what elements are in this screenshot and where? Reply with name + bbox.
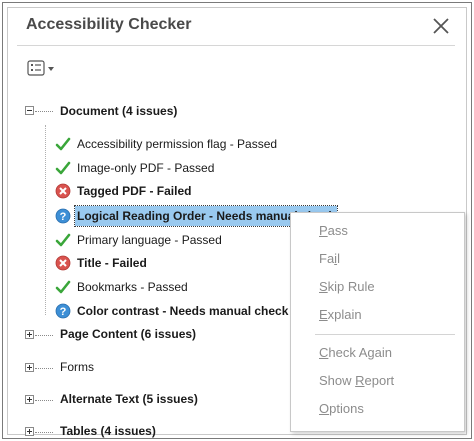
context-menu: Pass Fail Skip Rule Explain Check Again Show … <box>290 212 465 432</box>
expand-toggle[interactable] <box>25 330 34 339</box>
menu-item-check-again[interactable]: Check Again <box>319 345 392 360</box>
menu-item-skip-rule[interactable]: Skip Rule <box>319 279 375 294</box>
check-icon <box>55 136 71 152</box>
tree-connector <box>35 432 53 433</box>
accessibility-checker-panel: Accessibility Checker Document (4 issues… <box>2 2 472 439</box>
category-forms[interactable]: Forms <box>3 357 283 377</box>
check-icon <box>55 279 71 295</box>
rule-label: Tagged PDF - Failed <box>77 184 192 198</box>
rule-label: Bookmarks - Passed <box>77 280 188 294</box>
menu-item-explain[interactable]: Explain <box>319 307 362 322</box>
title-divider <box>17 45 455 46</box>
tree-connector <box>35 400 53 401</box>
close-button[interactable] <box>428 13 454 39</box>
list-options-icon <box>27 60 54 76</box>
failed-icon <box>55 255 71 271</box>
expand-toggle[interactable] <box>25 427 34 436</box>
check-icon <box>55 232 71 248</box>
question-icon: ? <box>55 208 71 224</box>
menu-item-show-report[interactable]: Show Report <box>319 373 394 388</box>
panel-title: Accessibility Checker <box>26 16 192 33</box>
rule-label: Accessibility permission flag - Passed <box>77 137 278 151</box>
category-alternate-text[interactable]: Alternate Text (5 issues) <box>3 389 283 409</box>
category-page-content[interactable]: Page Content (6 issues) <box>3 324 283 344</box>
svg-text:?: ? <box>60 306 67 318</box>
tree-connector <box>35 111 53 112</box>
failed-icon <box>55 183 71 199</box>
expand-toggle[interactable] <box>25 363 34 372</box>
menu-item-options[interactable]: Options <box>319 401 364 416</box>
svg-text:?: ? <box>60 211 67 223</box>
tree-connector <box>35 368 53 369</box>
category-label: Forms <box>60 360 94 374</box>
category-document[interactable]: Document (4 issues) <box>3 101 303 121</box>
rule-label: Color contrast - Needs manual check <box>77 304 289 318</box>
category-label: Alternate Text (5 issues) <box>60 392 198 406</box>
options-dropdown-button[interactable] <box>27 59 61 79</box>
collapse-toggle[interactable] <box>25 106 34 115</box>
expand-toggle[interactable] <box>25 395 34 404</box>
category-tables[interactable]: Tables (4 issues) <box>3 421 283 438</box>
menu-item-pass[interactable]: Pass <box>319 223 348 238</box>
check-icon <box>55 160 71 176</box>
question-icon: ? <box>55 303 71 319</box>
rule-label: Image-only PDF - Passed <box>77 161 215 175</box>
rule-label: Title - Failed <box>77 256 147 270</box>
category-label: Tables (4 issues) <box>60 424 156 438</box>
category-label: Document (4 issues) <box>60 104 178 118</box>
tree-connector-vertical <box>45 125 46 315</box>
menu-separator <box>315 334 455 335</box>
rule-label: Primary language - Passed <box>77 233 222 247</box>
close-icon <box>433 18 449 34</box>
tree-connector <box>35 335 53 336</box>
menu-item-fail[interactable]: Fail <box>319 251 340 266</box>
category-label: Page Content (6 issues) <box>60 327 197 341</box>
